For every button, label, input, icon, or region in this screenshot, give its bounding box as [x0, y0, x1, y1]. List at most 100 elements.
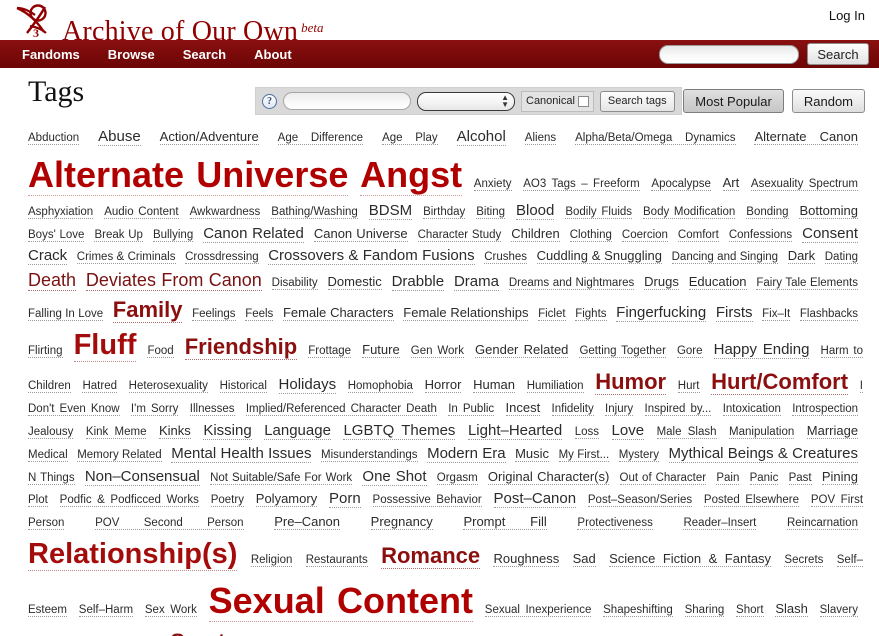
tag-link[interactable]: Break Up: [94, 228, 143, 242]
tag-link[interactable]: Illnesses: [189, 403, 235, 417]
tag-link[interactable]: Children: [511, 225, 560, 242]
tag-link[interactable]: Crack: [28, 247, 68, 266]
tag-link[interactable]: Drabble: [391, 272, 445, 291]
search-tags-button[interactable]: Search tags: [599, 90, 675, 112]
tag-link[interactable]: Sexual Content: [208, 579, 474, 622]
tag-link[interactable]: Blood: [515, 201, 555, 220]
tag-link[interactable]: Incest: [505, 400, 541, 417]
tag-link[interactable]: Post–Canon: [493, 490, 577, 509]
tag-link[interactable]: Slash: [775, 600, 808, 617]
tag-link[interactable]: Alternate Universe: [28, 153, 349, 196]
tag-link[interactable]: Memory Related: [77, 448, 162, 462]
tag-link[interactable]: Reincarnation: [787, 516, 858, 530]
tag-link[interactable]: Past: [788, 471, 812, 485]
tag-link[interactable]: Food: [147, 344, 174, 358]
tag-link[interactable]: Hatred: [82, 380, 118, 394]
tag-link[interactable]: Fingerfucking: [616, 303, 707, 322]
tag-link[interactable]: Birthday: [423, 205, 466, 219]
tag-link[interactable]: Abduction: [28, 132, 80, 145]
tag-link[interactable]: AO3 Tags – Freeform: [523, 177, 640, 191]
tag-link[interactable]: Alternate Canon: [754, 129, 858, 145]
tag-link[interactable]: Awkwardness: [189, 205, 261, 219]
tag-link[interactable]: Deviates From Canon: [85, 269, 262, 291]
tag-link[interactable]: Non–Consensual: [84, 467, 200, 486]
tag-link[interactable]: Age Play: [382, 132, 438, 145]
tag-link[interactable]: Fights: [575, 307, 607, 321]
tag-link[interactable]: Canon Universe: [313, 225, 408, 242]
tag-link[interactable]: Friendship: [184, 333, 298, 360]
tag-link[interactable]: Audio Content: [104, 205, 179, 219]
tag-link[interactable]: Pre–Canon: [274, 513, 341, 530]
tag-link[interactable]: Disability: [271, 276, 318, 290]
tag-link[interactable]: Crushes: [484, 251, 528, 265]
tag-link[interactable]: Comfort: [677, 228, 719, 242]
tag-link[interactable]: In Public: [448, 403, 495, 417]
nav-item-about[interactable]: About: [254, 47, 292, 62]
tag-link[interactable]: Happy Ending: [713, 340, 810, 359]
tag-type-select[interactable]: FandomCharacterRelationshipFreeform: [417, 91, 515, 111]
tag-link[interactable]: Feelings: [192, 307, 236, 321]
tag-link[interactable]: Angst: [360, 153, 463, 196]
login-link[interactable]: Log In: [829, 8, 865, 23]
tag-link[interactable]: Bottoming: [799, 202, 859, 219]
tag-link[interactable]: Pregnancy: [370, 513, 433, 530]
tag-link[interactable]: Implied/Referenced Character Death: [245, 403, 437, 417]
tag-link[interactable]: Drugs: [644, 273, 679, 290]
tag-link[interactable]: Kissing: [203, 422, 252, 441]
tag-link[interactable]: Biting: [476, 205, 506, 219]
tag-link[interactable]: Action/Adventure: [159, 129, 259, 145]
tag-link[interactable]: Future: [362, 341, 400, 358]
tag-link[interactable]: Marriage: [806, 423, 859, 440]
tag-link[interactable]: Mystery: [618, 448, 659, 462]
canonical-checkbox[interactable]: [577, 95, 589, 107]
tag-link[interactable]: Art: [722, 174, 740, 191]
tag-link[interactable]: Asexuality Spectrum: [750, 177, 858, 191]
tag-link[interactable]: Ficlet: [538, 307, 566, 321]
tag-link[interactable]: Shapeshifting: [603, 603, 673, 617]
tag-link[interactable]: Smut: [170, 628, 226, 636]
tag-search-input[interactable]: [283, 92, 411, 110]
canonical-filter[interactable]: Canonical: [521, 90, 594, 112]
tag-link[interactable]: Cuddling & Snuggling: [536, 248, 663, 265]
tag-link[interactable]: Anxiety: [473, 177, 512, 191]
tag-link[interactable]: Heterosexuality: [128, 380, 208, 394]
tag-link[interactable]: Light–Hearted: [467, 422, 563, 441]
sort-most-popular-button[interactable]: Most Popular: [683, 89, 784, 113]
tag-link[interactable]: Drama: [453, 272, 499, 291]
tag-link[interactable]: Alcohol: [456, 128, 506, 146]
tag-link[interactable]: Manipulation: [729, 426, 795, 440]
tag-link[interactable]: Feels: [245, 307, 274, 321]
tag-link[interactable]: Character Study: [417, 228, 502, 242]
tag-link[interactable]: Falling In Love: [28, 307, 104, 321]
tag-link[interactable]: Pining: [821, 468, 858, 485]
tag-link[interactable]: Bonding: [746, 205, 789, 219]
tag-link[interactable]: Female Characters: [282, 304, 394, 321]
tag-link[interactable]: Porn: [329, 490, 361, 509]
tag-link[interactable]: Horror: [424, 377, 462, 394]
tag-link[interactable]: Hurt/Comfort: [711, 369, 849, 396]
tag-link[interactable]: Crossdressing: [185, 251, 259, 265]
tag-link[interactable]: Family: [112, 296, 183, 323]
tag-link[interactable]: Age Difference: [277, 132, 364, 145]
tag-link[interactable]: Humiliation: [526, 380, 584, 394]
tag-link[interactable]: Fluff: [73, 328, 137, 362]
tag-link[interactable]: Education: [688, 273, 747, 290]
tag-link[interactable]: Infidelity: [551, 403, 594, 417]
tag-link[interactable]: Out of Character: [619, 471, 707, 485]
tag-link[interactable]: Gender Related: [475, 341, 569, 358]
site-search-button[interactable]: Search: [807, 43, 869, 65]
tag-link[interactable]: Posted Elsewhere: [703, 494, 799, 508]
tag-link[interactable]: Polyamory: [255, 491, 318, 508]
tag-link[interactable]: Inspired by...: [644, 403, 712, 417]
tag-link[interactable]: Short: [736, 603, 764, 617]
tag-link[interactable]: Podfic & Podficced Works: [59, 494, 199, 508]
tag-link[interactable]: Crossovers & Fandom Fusions: [268, 247, 475, 266]
tag-link[interactable]: Historical: [219, 380, 267, 394]
tag-link[interactable]: Male Slash: [656, 426, 717, 440]
tag-link[interactable]: Coercion: [621, 228, 668, 242]
tag-link[interactable]: Misunderstandings: [321, 448, 418, 462]
tag-link[interactable]: Kink Meme: [85, 426, 147, 440]
tag-link[interactable]: Injury: [605, 403, 634, 417]
tag-link[interactable]: Hurt: [677, 380, 700, 394]
tag-link[interactable]: Fix–It: [762, 307, 791, 321]
